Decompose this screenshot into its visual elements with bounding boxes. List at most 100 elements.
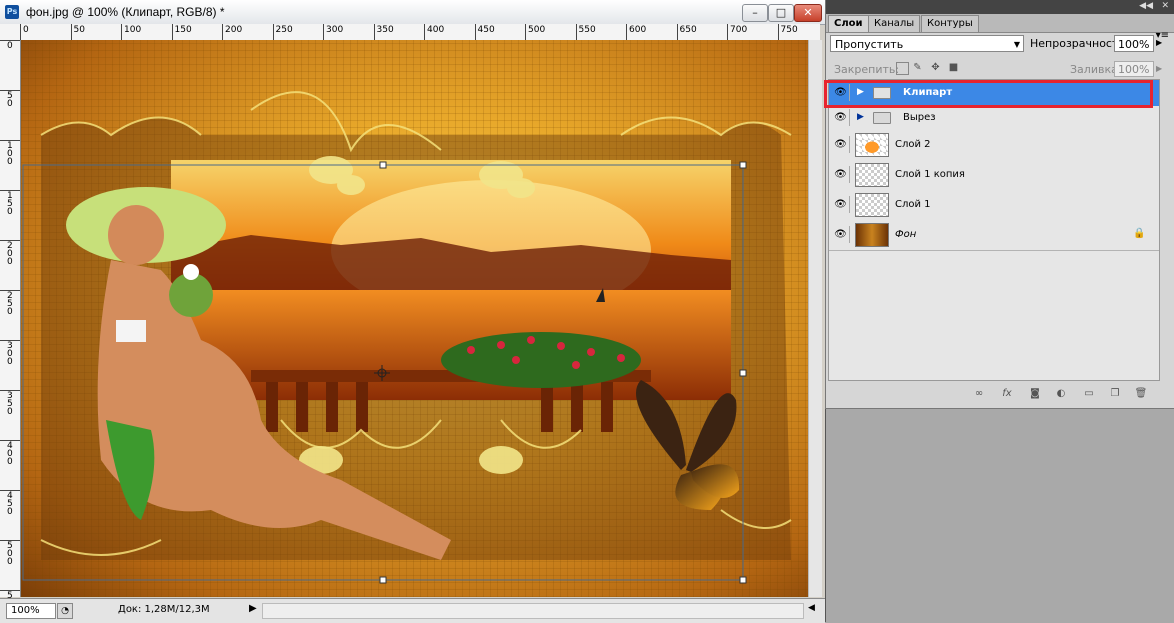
close-button[interactable]: ✕ [794, 4, 822, 22]
ruler-tick-label: 550 [578, 25, 596, 35]
tab-layers[interactable]: Слои [828, 15, 869, 32]
scroll-right-icon[interactable]: ◀ [808, 603, 815, 613]
ruler-tick-label: 2 0 0 [7, 241, 13, 267]
ruler-tick: 350 [373, 24, 394, 40]
layer-style-icon[interactable]: fx [1000, 387, 1014, 401]
ruler-tick: 50 [70, 24, 85, 40]
ruler-tick-label: 350 [376, 25, 394, 35]
layer-row[interactable]: 👁 ▶ Клипарт [829, 80, 1159, 107]
opacity-slider-icon[interactable]: ▶ [1156, 38, 1162, 47]
layer-name: Вырез [903, 112, 936, 123]
lock-all-icon[interactable]: ■ [948, 62, 959, 73]
adjustment-layer-icon[interactable]: ◐ [1054, 387, 1068, 401]
visibility-eye-icon[interactable]: 👁 [832, 109, 850, 126]
ruler-tick: 5 5 0 [0, 590, 20, 617]
close-panel-icon[interactable]: ✕ [1161, 1, 1169, 11]
ruler-tick: 0 [20, 24, 29, 40]
layer-name: Фон [895, 229, 917, 240]
ruler-tick: 400 [424, 24, 444, 40]
ruler-tick-label: 0 [23, 25, 29, 35]
document-titlebar[interactable]: Ps фон.jpg @ 100% (Клипарт, RGB/8) * – □… [0, 0, 825, 25]
status-info-icon[interactable]: ◔ [57, 603, 73, 619]
ruler-tick-label: 4 5 0 [7, 491, 13, 517]
ruler-tick: 2 0 0 [0, 240, 20, 267]
ruler-tick-label: 5 0 [7, 91, 13, 109]
minimize-button[interactable]: – [742, 4, 768, 22]
expand-triangle-icon[interactable]: ▶ [857, 112, 864, 122]
vertical-scrollbar[interactable] [808, 40, 822, 597]
visibility-eye-icon[interactable]: 👁 [832, 136, 850, 153]
new-group-icon[interactable]: ▭ [1082, 387, 1096, 401]
add-mask-icon[interactable]: ◙ [1028, 387, 1042, 401]
zoom-field[interactable]: 100% [6, 603, 56, 619]
visibility-eye-icon[interactable]: 👁 [832, 166, 850, 183]
new-layer-icon[interactable]: ❐ [1108, 387, 1122, 401]
ruler-tick: 500 [525, 24, 545, 40]
ruler-tick: 650 [676, 24, 697, 40]
ruler-tick-label: 3 5 0 [7, 391, 13, 417]
ruler-tick-label: 500 [528, 25, 546, 35]
fill-slider-icon[interactable]: ▶ [1156, 64, 1162, 73]
ruler-tick-label: 300 [326, 25, 344, 35]
chevron-down-icon: ▼ [1013, 40, 1020, 49]
fill-field[interactable]: 100% [1114, 61, 1154, 77]
ruler-tick-label: 100 [124, 25, 142, 35]
maximize-button[interactable]: □ [768, 4, 794, 22]
folder-icon [873, 87, 891, 99]
layer-list: 👁 ▶ Клипарт 👁 ▶ Вырез 👁 Слой 2 👁 Слой 1 … [828, 79, 1160, 381]
ruler-tick: 100 [121, 24, 141, 40]
layer-thumbnail [855, 223, 889, 247]
layer-row[interactable]: 👁 Фон 🔒 [829, 220, 1159, 251]
image-canvas[interactable] [21, 40, 808, 597]
ruler-tick: 1 5 0 [0, 190, 20, 217]
blend-mode-select[interactable]: Пропустить ▼ [830, 35, 1024, 52]
layer-name: Слой 1 копия [895, 169, 965, 180]
ruler-tick-label: 0 [7, 41, 13, 51]
horizontal-ruler[interactable]: 0 50 100 150 200 250 300 350 400 450 500 550 600 650 7… [20, 24, 820, 41]
ruler-tick: 5 0 0 [0, 540, 20, 567]
link-layers-icon[interactable]: ∞ [972, 387, 986, 401]
ruler-origin[interactable] [0, 24, 21, 41]
ruler-tick-label: 1 5 0 [7, 191, 13, 217]
collapse-panel-icon[interactable]: ◀◀ [1139, 1, 1153, 11]
lock-transparency-icon[interactable] [896, 62, 909, 75]
layer-row[interactable]: 👁 Слой 2 [829, 130, 1159, 161]
lock-pixels-icon[interactable]: ✎ [912, 62, 923, 73]
ruler-tick: 2 5 0 [0, 290, 20, 317]
ruler-tick-label: 700 [730, 25, 748, 35]
ruler-tick-label: 1 0 0 [7, 141, 13, 167]
status-menu-arrow-icon[interactable]: ▶ [249, 603, 257, 614]
ruler-tick: 250 [272, 24, 293, 40]
ruler-tick: 450 [474, 24, 495, 40]
visibility-eye-icon[interactable]: 👁 [832, 226, 850, 243]
ruler-tick-label: 3 0 0 [7, 341, 13, 367]
vertical-ruler[interactable]: 0 5 0 1 0 0 1 5 0 2 0 0 2 5 0 3 0 0 3 5 0 4 0 0 4… [0, 40, 21, 617]
ruler-tick: 300 [323, 24, 343, 40]
layer-thumbnail [855, 163, 889, 187]
document-title: фон.jpg @ 100% (Клипарт, RGB/8) * [26, 5, 225, 19]
document-size-info: Док: 1,28М/12,3М [118, 604, 210, 615]
layer-row[interactable]: 👁 ▶ Вырез [829, 106, 1159, 131]
ruler-tick-label: 4 0 0 [7, 441, 13, 467]
ruler-tick: 550 [575, 24, 596, 40]
ruler-tick: 150 [171, 24, 192, 40]
lock-position-icon[interactable]: ✥ [930, 62, 941, 73]
tab-paths[interactable]: Контуры [921, 15, 979, 32]
opacity-field[interactable]: 100% [1114, 35, 1154, 52]
delete-layer-icon[interactable]: 🗑 [1134, 387, 1148, 401]
layer-name: Клипарт [903, 87, 953, 98]
layer-thumbnail [855, 133, 889, 157]
visibility-eye-icon[interactable]: 👁 [832, 84, 850, 101]
layer-row[interactable]: 👁 Слой 1 копия [829, 160, 1159, 191]
layer-row[interactable]: 👁 Слой 1 [829, 190, 1159, 221]
layer-name: Слой 2 [895, 139, 931, 150]
ruler-tick-label: 650 [679, 25, 697, 35]
visibility-eye-icon[interactable]: 👁 [832, 196, 850, 213]
horizontal-scrollbar[interactable] [262, 603, 804, 619]
panel-header[interactable]: ◀◀ ✕ [826, 0, 1174, 14]
tab-channels[interactable]: Каналы [868, 15, 921, 32]
expand-triangle-icon[interactable]: ▶ [857, 87, 864, 97]
folder-icon [873, 112, 891, 124]
layer-thumbnail [855, 193, 889, 217]
ruler-tick-label: 50 [73, 25, 85, 35]
